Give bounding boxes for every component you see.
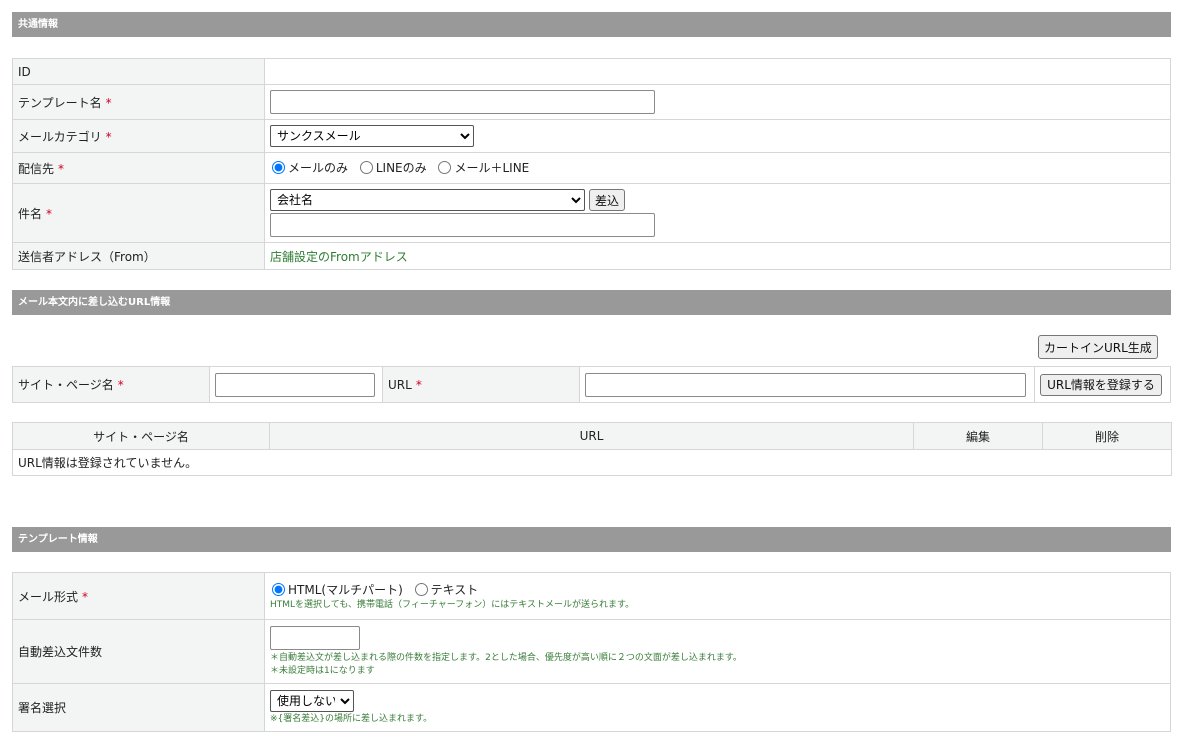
- from-address-label: 送信者アドレス（From）: [12, 242, 265, 270]
- signature-label: 署名選択: [12, 683, 265, 732]
- register-url-button[interactable]: URL情報を登録する: [1040, 373, 1162, 396]
- template-name-label: テンプレート名 *: [12, 84, 265, 120]
- required-mark: *: [46, 206, 53, 221]
- url-register-table: サイト・ページ名 * URL * URL情報を登録する: [12, 366, 1171, 403]
- from-address-value: 店舗設定のFromアドレス: [264, 242, 1171, 270]
- empty-url-message: URL情報は登録されていません。: [12, 449, 1172, 476]
- auto-insert-count-default-note: ＊未設定時は1になります: [270, 665, 375, 676]
- mail-format-note: HTMLを選択しても、携帯電話（フィーチャーフォン）にはテキストメールが送られま…: [270, 599, 635, 610]
- url-input[interactable]: [585, 372, 1026, 397]
- template-info-table: メール形式 * HTML(マルチパート) テキスト HTMLを選択しても、携帯電話…: [12, 572, 1171, 732]
- column-header-edit: 編集: [913, 422, 1043, 450]
- id-label: ID: [12, 58, 265, 85]
- required-mark: *: [415, 377, 422, 392]
- subject-label: 件名 *: [12, 183, 265, 243]
- section-header-url-info: メール本文内に差し込むURL情報: [12, 290, 1171, 315]
- destination-mail-line-radio[interactable]: メール＋LINE: [436, 159, 529, 176]
- required-mark: *: [58, 161, 65, 176]
- mail-format-text-radio[interactable]: テキスト: [413, 581, 478, 598]
- mail-category-label: メールカテゴリ *: [12, 119, 265, 153]
- column-header-delete: 削除: [1042, 422, 1172, 450]
- auto-insert-count-input[interactable]: [270, 625, 360, 650]
- auto-insert-count-label: 自動差込文件数: [12, 619, 265, 684]
- subject-insert-select[interactable]: 会社名: [270, 189, 585, 211]
- site-page-name-input[interactable]: [215, 372, 375, 397]
- column-header-site-page: サイト・ページ名: [12, 422, 270, 450]
- section-header-template: テンプレート情報: [12, 527, 1171, 552]
- id-value: [264, 58, 1171, 85]
- subject-insert-button[interactable]: 差込: [589, 189, 626, 211]
- signature-select[interactable]: 使用しない: [270, 689, 354, 712]
- mail-category-select[interactable]: サンクスメール: [270, 125, 474, 147]
- mail-format-radio-group: HTML(マルチパート) テキスト: [270, 581, 1165, 599]
- signature-note: ※{署名差込}の場所に差し込まれます。: [270, 713, 433, 724]
- required-mark: *: [105, 129, 112, 144]
- mail-format-label: メール形式 *: [12, 572, 265, 620]
- destination-mail-only-radio[interactable]: メールのみ: [270, 159, 348, 176]
- url-list-table: サイト・ページ名 URL 編集 削除 URL情報は登録されていません。: [12, 422, 1172, 476]
- section-header-common: 共通情報: [12, 12, 1171, 37]
- cartin-url-button[interactable]: カートインURL生成: [1038, 335, 1158, 359]
- required-mark: *: [82, 589, 89, 604]
- auto-insert-count-note: ＊自動差込文が差し込まれる際の件数を指定します。2とした場合、優先度が高い順に２…: [270, 652, 742, 663]
- subject-input[interactable]: [270, 213, 655, 237]
- column-header-url: URL: [269, 422, 914, 450]
- common-info-table: ID テンプレート名 * メールカテゴリ * サンクスメール 配信先 * メールのみ …: [12, 58, 1171, 270]
- destination-label: 配信先 *: [12, 152, 265, 184]
- mail-format-html-radio[interactable]: HTML(マルチパート): [270, 581, 403, 598]
- template-name-input[interactable]: [270, 90, 655, 114]
- url-label: URL *: [382, 366, 580, 403]
- site-page-name-label: サイト・ページ名 *: [12, 366, 210, 403]
- destination-line-only-radio[interactable]: LINEのみ: [358, 159, 427, 176]
- required-mark: *: [105, 95, 112, 110]
- destination-radio-group: メールのみ LINEのみ メール＋LINE: [264, 152, 1171, 184]
- required-mark: *: [117, 378, 124, 392]
